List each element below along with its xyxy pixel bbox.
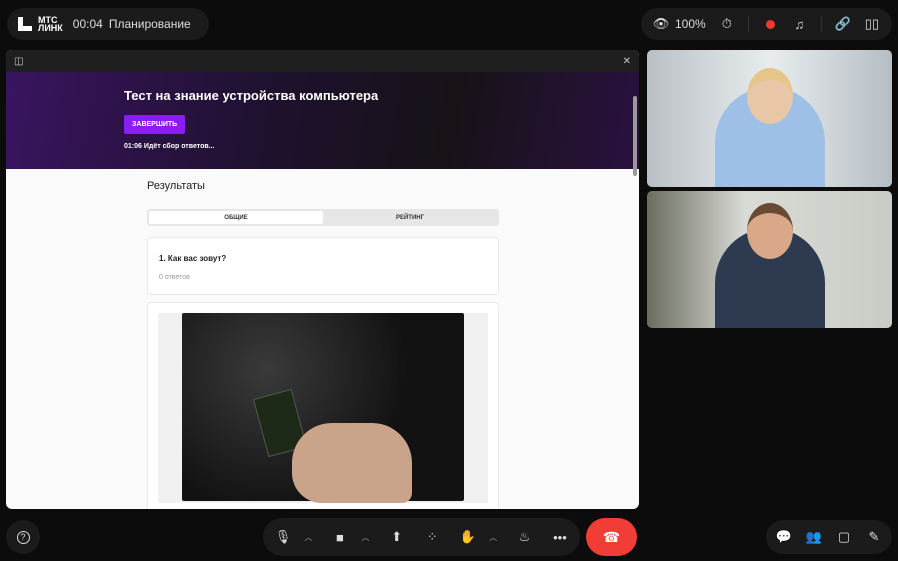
- camera-options-chevron-icon[interactable]: ︿: [361, 532, 369, 543]
- test-banner: Тест на знание устройства компьютера ЗАВ…: [6, 72, 639, 176]
- mic-options-chevron-icon[interactable]: ︿: [304, 532, 312, 543]
- top-toolbar: 👁 100% ⏱ ♫ 🔗 ▯▯: [641, 8, 892, 40]
- participant-video-2[interactable]: [647, 191, 892, 328]
- meeting-info: МТС ЛИНК 00:04 Планирование: [7, 8, 209, 40]
- eye-icon: 👁: [652, 16, 670, 31]
- help-icon: ?: [16, 530, 30, 544]
- answer-count: 0 ответов: [159, 274, 190, 281]
- question-title: 1. Как вас зовут?: [159, 254, 227, 263]
- test-window: ◫ ✕ Тест на знание устройства компьютера…: [6, 50, 639, 509]
- question-image: [182, 313, 464, 503]
- chat-icon[interactable]: 💬: [776, 529, 792, 545]
- link-icon[interactable]: 🔗: [835, 16, 851, 32]
- notes-icon[interactable]: ✎: [866, 529, 882, 545]
- microphone-icon[interactable]: 🎙: [275, 529, 292, 545]
- hang-up-button[interactable]: ☎: [586, 518, 637, 556]
- sound-icon[interactable]: ♫: [791, 16, 807, 32]
- results-section: Результаты ОБЩИЕ РЕЙТИНГ 1. Как вас зову…: [6, 180, 639, 509]
- side-panel-toolbar: 💬 👥 ▢ ✎: [766, 520, 892, 554]
- results-tabs: ОБЩИЕ РЕЙТИНГ: [147, 209, 499, 226]
- collection-status: 01:06 Идёт сбор ответов...: [124, 143, 215, 150]
- meeting-timer: 00:04: [72, 17, 103, 31]
- tab-general[interactable]: ОБЩИЕ: [149, 211, 323, 224]
- timer-icon[interactable]: ⏱: [719, 16, 735, 32]
- reactions-icon[interactable]: ♨: [517, 529, 533, 545]
- materials-icon[interactable]: ▢: [836, 529, 852, 545]
- record-icon: [765, 19, 775, 29]
- window-titlebar: ◫ ✕: [6, 50, 639, 72]
- layout-icon[interactable]: ▯▯: [864, 16, 880, 32]
- test-title: Тест на знание устройства компьютера: [124, 88, 379, 103]
- image-question-card: [147, 302, 499, 509]
- tab-rating[interactable]: РЕЙТИНГ: [323, 211, 497, 224]
- participants-icon[interactable]: 👥: [806, 529, 822, 545]
- mts-link-logo: МТС ЛИНК: [17, 16, 63, 33]
- help-button[interactable]: ?: [6, 520, 40, 554]
- camera-icon[interactable]: ■: [332, 529, 348, 545]
- call-controls: 🎙 ︿ ■ ︿ ⬆ ⁘ ✋ ︿ ♨ •••: [263, 518, 580, 556]
- close-icon[interactable]: ✕: [623, 56, 631, 67]
- meeting-status: Планирование: [108, 17, 191, 31]
- raise-hand-icon[interactable]: ✋: [460, 529, 476, 545]
- logo-line2: ЛИНК: [38, 23, 63, 33]
- sidebar-toggle-icon[interactable]: ◫: [14, 56, 23, 67]
- viewers-indicator[interactable]: 👁 100%: [653, 16, 706, 32]
- divider: [748, 16, 750, 32]
- more-icon[interactable]: •••: [552, 529, 568, 545]
- apps-icon[interactable]: ⁘: [424, 529, 440, 545]
- hand-options-chevron-icon[interactable]: ︿: [489, 532, 497, 543]
- viewers-percent: 100%: [675, 17, 706, 31]
- record-button[interactable]: [762, 16, 778, 32]
- logo-mark-icon: [17, 16, 33, 32]
- phone-hangup-icon: ☎: [602, 528, 621, 545]
- divider: [820, 16, 822, 32]
- participant-video-1[interactable]: [647, 50, 892, 187]
- question-card: 1. Как вас зовут? 0 ответов: [147, 237, 499, 295]
- screen-share-icon[interactable]: ⬆: [389, 529, 405, 545]
- finish-button[interactable]: ЗАВЕРШИТЬ: [124, 115, 186, 134]
- results-title: Результаты: [147, 180, 205, 192]
- scrollbar[interactable]: [633, 96, 637, 176]
